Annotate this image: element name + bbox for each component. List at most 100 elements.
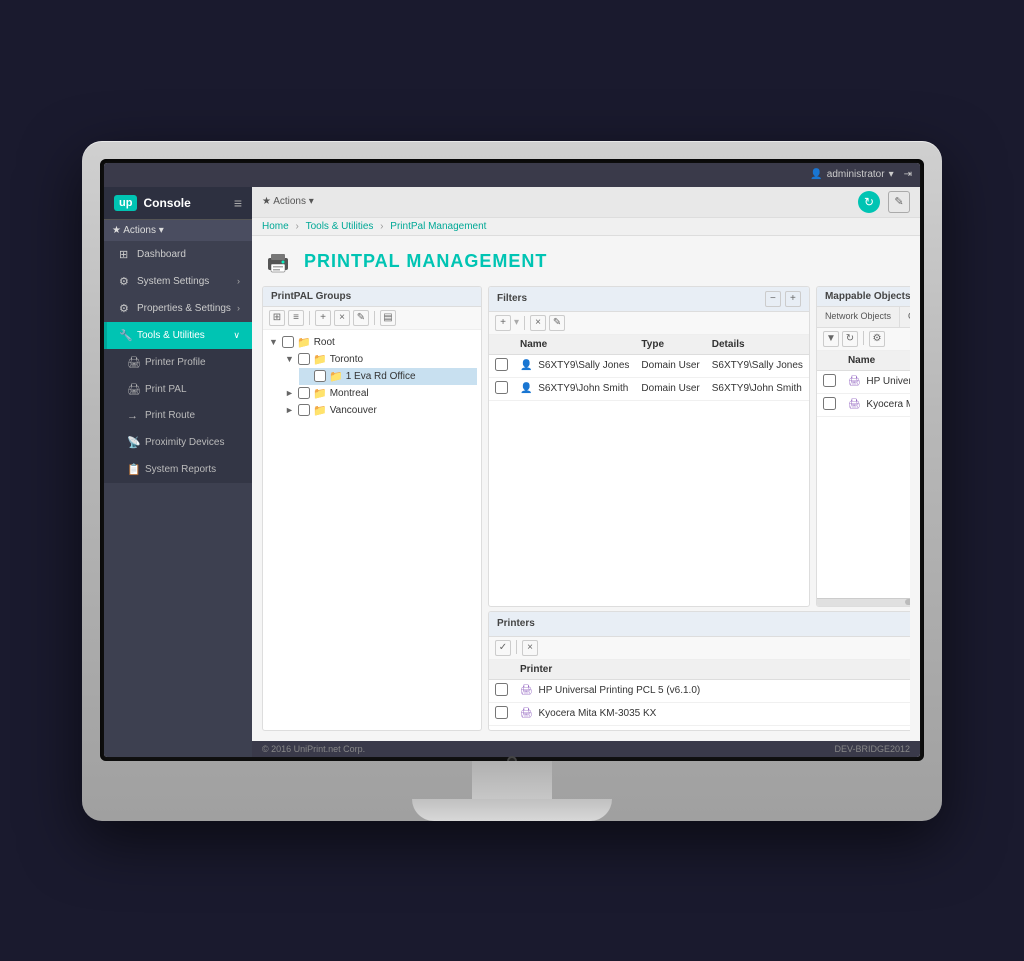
tree-item-root[interactable]: ▼ 📁 Root	[267, 334, 477, 351]
filter-collapse-btn[interactable]: −	[765, 291, 781, 307]
printer-row-0[interactable]: 🖨 HP Universal Printing PCL 5 (v6.1.0)	[489, 679, 910, 702]
tree-checkbox-root[interactable]	[282, 336, 294, 348]
reports-icon: 📋	[127, 463, 139, 476]
printer-check-1[interactable]	[495, 706, 508, 719]
sidebar-item-dashboard[interactable]: ⊞ Dashboard	[104, 241, 252, 268]
filter-del-btn[interactable]: ×	[530, 315, 546, 331]
filter-expand-btn[interactable]: +	[785, 291, 801, 307]
printer-check-0[interactable]	[495, 683, 508, 696]
actions-btn[interactable]: ★ Actions ▾	[262, 196, 314, 207]
mappable-refresh-btn[interactable]: ↻	[842, 331, 858, 347]
printers-panel: Printers ∨ ∧ ✓	[488, 611, 910, 731]
tree-item-vancouver[interactable]: ► 📁 Vancouver	[283, 402, 477, 419]
mappable-check-1[interactable]	[823, 397, 836, 410]
col-type: Type	[635, 335, 705, 355]
breadcrumb-home[interactable]: Home	[262, 221, 289, 232]
tree-item-toronto[interactable]: ▼ 📁 Toronto	[283, 351, 477, 368]
sidebar-item-print-route[interactable]: → Print Route	[104, 403, 252, 429]
mappable-header: Mappable Objects	[817, 287, 910, 307]
mappable-filter-btn[interactable]: ▼	[823, 331, 839, 347]
group-list-btn[interactable]: ≡	[288, 310, 304, 326]
tree-toggle-vancouver[interactable]: ►	[285, 405, 295, 415]
tab-gateway-printers[interactable]: Gateway Printers	[900, 307, 910, 327]
printer-icon	[264, 248, 292, 276]
mappable-row-1[interactable]: 🖨 Kyocera Mita KM-3035 KX	[817, 393, 910, 416]
sidebar-actions[interactable]: ★ Actions ▾	[104, 220, 252, 241]
page-icon	[262, 246, 294, 278]
tree-item-eva-rd[interactable]: 📁 1 Eva Rd Office	[299, 368, 477, 385]
printer-profile-icon: 🖨	[127, 356, 139, 369]
printers-toolbar: ✓ ×	[489, 637, 910, 660]
printer-name-0: 🖨 HP Universal Printing PCL 5 (v6.1.0)	[514, 679, 904, 702]
mappable-name-1: 🖨 Kyocera Mita KM-3035 KX	[842, 393, 910, 416]
sidebar-menu-icon[interactable]: ≡	[234, 195, 242, 211]
tree-checkbox-toronto[interactable]	[298, 353, 310, 365]
filter-row-0[interactable]: 👤 S6XTY9\Sally Jones Domain User S6XTY9\…	[489, 354, 809, 377]
filter-row-1[interactable]: 👤 S6XTY9\John Smith Domain User S6XTY9\J…	[489, 377, 809, 400]
refresh-button[interactable]: ↻	[858, 191, 880, 213]
filter-details-1: S6XTY9\John Smith	[706, 377, 809, 400]
sidebar-item-proximity[interactable]: 📡 Proximity Devices	[104, 429, 252, 456]
tree-checkbox-eva-rd[interactable]	[314, 370, 326, 382]
filter-edit2-btn[interactable]: ✎	[549, 315, 565, 331]
map-col-check	[817, 351, 842, 371]
two-col-layout: PrintPAL Groups ⊞ ≡ + × ✎	[262, 286, 910, 731]
sidebar-item-print-pal[interactable]: 🖨 Print PAL	[104, 376, 252, 403]
tree-toggle-montreal[interactable]: ►	[285, 388, 295, 398]
sidebar-item-tools[interactable]: 🔧 Tools & Utilities ∨	[104, 322, 252, 349]
mappable-settings-btn[interactable]: ⚙	[869, 331, 885, 347]
printer-sm-icon-1: 🖨	[520, 708, 533, 719]
folder-icon-root: 📁	[297, 336, 311, 349]
folder-icon-eva-rd: 📁	[329, 370, 343, 383]
mappable-row-0[interactable]: 🖨 HP Universal Printing PCL 5 (v6.1.0)	[817, 370, 910, 393]
printer-sm-icon-0: 🖨	[520, 685, 533, 696]
mappable-toolbar: ▼ ↻ ⚙	[817, 328, 910, 351]
tab-network-objects[interactable]: Network Objects	[817, 307, 900, 327]
logo-up: up	[114, 195, 137, 211]
printpal-groups-panel: PrintPAL Groups ⊞ ≡ + × ✎	[262, 286, 482, 731]
scrollbar-thumb[interactable]	[905, 599, 910, 605]
horizontal-scrollbar[interactable]	[817, 598, 910, 606]
logout-icon[interactable]: ⇥	[904, 169, 912, 180]
user-icon-0: 👤	[520, 360, 532, 371]
tree-label-montreal: Montreal	[330, 388, 369, 399]
user-icon-1: 👤	[520, 383, 532, 394]
group-table-btn[interactable]: ▤	[380, 310, 396, 326]
tree-toggle-toronto[interactable]: ▼	[285, 354, 295, 364]
tree-label-vancouver: Vancouver	[330, 405, 377, 416]
tree-checkbox-vancouver[interactable]	[298, 404, 310, 416]
breadcrumb-printpal[interactable]: PrintPal Management	[390, 221, 486, 232]
filter-add-btn[interactable]: +	[495, 315, 511, 331]
tree-label-toronto: Toronto	[330, 354, 363, 365]
edit-button[interactable]: ✎	[888, 191, 910, 213]
expand-icon2: ›	[237, 303, 240, 313]
sidebar-item-printer-profile[interactable]: 🖨 Printer Profile	[104, 349, 252, 376]
tree-label-eva-rd: 1 Eva Rd Office	[346, 371, 416, 382]
folder-icon-montreal: 📁	[313, 387, 327, 400]
filters-panel: Filters − + + ▾	[488, 286, 810, 607]
system-settings-icon: ⚙	[119, 275, 131, 288]
tree-item-montreal[interactable]: ► 📁 Montreal	[283, 385, 477, 402]
page-header: PRINTPAL MANAGEMENT	[262, 246, 910, 278]
sidebar-item-properties[interactable]: ⚙ Properties & Settings ›	[104, 295, 252, 322]
printer-row-1[interactable]: 🖨 Kyocera Mita KM-3035 KX	[489, 702, 910, 725]
group-add-btn[interactable]: ⊞	[269, 310, 285, 326]
sidebar-item-reports[interactable]: 📋 System Reports	[104, 456, 252, 483]
printers-del-btn[interactable]: ×	[522, 640, 538, 656]
mappable-check-0[interactable]	[823, 374, 836, 387]
group-minus-btn[interactable]: ×	[334, 310, 350, 326]
tree-toggle-root[interactable]: ▼	[269, 337, 279, 347]
filter-check-0[interactable]	[495, 358, 508, 371]
tree-checkbox-montreal[interactable]	[298, 387, 310, 399]
printers-check-btn[interactable]: ✓	[495, 640, 511, 656]
sidebar-item-system-settings[interactable]: ⚙ System Settings ›	[104, 268, 252, 295]
breadcrumb-sep2: ›	[380, 221, 386, 232]
logo-text: Console	[143, 196, 190, 210]
user-info: 👤 administrator ▾ ⇥	[810, 169, 912, 180]
group-plus-btn[interactable]: +	[315, 310, 331, 326]
col-details: Details	[706, 335, 809, 355]
group-edit-btn[interactable]: ✎	[353, 310, 369, 326]
user-dropdown-icon[interactable]: ▾	[889, 169, 894, 180]
filter-check-1[interactable]	[495, 381, 508, 394]
breadcrumb-tools[interactable]: Tools & Utilities	[306, 221, 374, 232]
